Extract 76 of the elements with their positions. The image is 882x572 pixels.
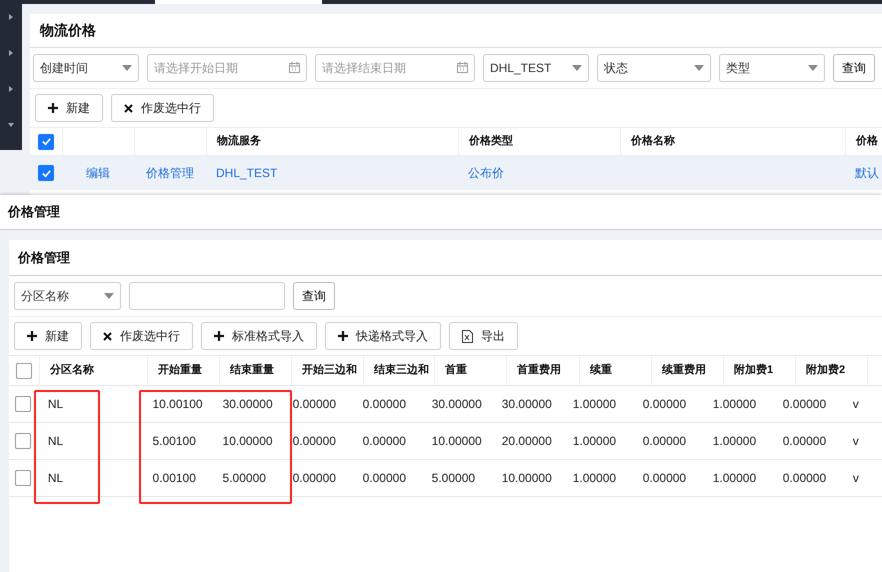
table-cell: v: [852, 434, 859, 448]
column-header: 续重费用: [662, 362, 706, 378]
table-cell: 0.00000: [782, 471, 826, 485]
table-cell: NL: [48, 434, 64, 448]
column-header: 开始三边和: [302, 362, 357, 378]
select-field[interactable]: 创建时间: [33, 54, 139, 82]
table-cell: 0.00000: [642, 397, 686, 411]
table-cell: 0.00000: [362, 471, 406, 485]
column-header: 开始重量: [158, 362, 202, 378]
table-cell: NL: [48, 471, 64, 485]
select-field[interactable]: 状态: [597, 54, 711, 82]
column-header: 附加费1: [734, 362, 774, 378]
date-field[interactable]: 请选择结束日期: [315, 54, 475, 82]
table-cell: 0.00000: [292, 434, 336, 448]
table-cell: 1.00000: [572, 434, 616, 448]
table-cell: 0.00000: [642, 434, 686, 448]
toolbar-button[interactable]: 新建: [35, 94, 103, 122]
select-field[interactable]: 分区名称: [14, 282, 121, 310]
column-header: 价格: [856, 134, 878, 150]
dialog-title: 价格管理: [8, 203, 60, 222]
table-cell: 默认: [855, 166, 879, 180]
column-header: 价格名称: [631, 134, 675, 150]
table-cell: 0.00000: [782, 434, 826, 448]
price-manage-link[interactable]: 价格管理: [146, 164, 194, 182]
table-cell: 30.00000: [432, 397, 482, 411]
column-header: 附加费2: [806, 362, 846, 378]
page-title: 物流价格: [40, 21, 96, 40]
column-header: 物流服务: [217, 134, 261, 150]
table-cell: 10.00000: [222, 434, 273, 448]
toolbar-button[interactable]: 作废选中行: [111, 94, 214, 122]
table-cell: 5.00100: [152, 434, 196, 448]
column-header: 结束重量: [230, 362, 274, 378]
table-cell: 1.00000: [572, 397, 616, 411]
table-cell: 0.00100: [152, 471, 196, 485]
table-cell: 0.00000: [782, 397, 826, 411]
column-header: 结束三边和: [374, 362, 429, 378]
table-cell: 1.00000: [712, 471, 756, 485]
table-cell: 0.00000: [642, 471, 686, 485]
column-header: 续重: [590, 362, 612, 378]
toolbar-button[interactable]: 新建: [14, 322, 82, 350]
table-cell: 30.00000: [502, 397, 552, 411]
table-cell: v: [852, 471, 859, 485]
table-cell: 1.00000: [572, 471, 616, 485]
table-cell: 10.00100: [152, 397, 203, 411]
column-header: 首重费用: [517, 362, 561, 378]
table-cell: 1.00000: [712, 397, 756, 411]
table-cell: 0.00000: [362, 434, 406, 448]
table-cell: 20.00000: [502, 434, 552, 448]
table-cell: 1.00000: [712, 434, 756, 448]
table-cell: v: [852, 397, 859, 411]
date-field[interactable]: 请选择开始日期: [147, 54, 307, 82]
table-cell: 30.00000: [222, 397, 273, 411]
search-button[interactable]: 查询: [293, 282, 335, 310]
table-cell: 5.00000: [222, 471, 266, 485]
table-cell: 5.00000: [432, 471, 476, 485]
toolbar-button[interactable]: 快递格式导入: [325, 322, 441, 350]
column-header: 首重: [445, 362, 467, 378]
table-cell: 0.00000: [292, 471, 336, 485]
table-cell: 0.00000: [362, 397, 406, 411]
select-field[interactable]: DHL_TEST: [483, 54, 589, 82]
table-cell: DHL_TEST: [216, 166, 278, 180]
select-field[interactable]: 类型: [719, 54, 825, 82]
toolbar-button[interactable]: 标准格式导入: [201, 322, 317, 350]
table-cell: NL: [48, 397, 64, 411]
column-header: 价格类型: [469, 134, 513, 150]
panel-title: 价格管理: [18, 248, 70, 267]
toolbar-button[interactable]: 作废选中行: [90, 322, 193, 350]
search-button[interactable]: 查询: [833, 54, 875, 82]
column-header: 分区名称: [50, 362, 94, 378]
table-cell: 10.00000: [432, 434, 482, 448]
table-cell: 0.00000: [292, 397, 336, 411]
table-cell: 公布价: [468, 166, 504, 180]
edit-link[interactable]: 编辑: [86, 164, 110, 182]
toolbar-button[interactable]: 导出: [449, 322, 518, 350]
table-cell: 10.00000: [502, 471, 552, 485]
table-row[interactable]: 编辑 价格管理 DHL_TEST 公布价 默认: [30, 156, 882, 190]
